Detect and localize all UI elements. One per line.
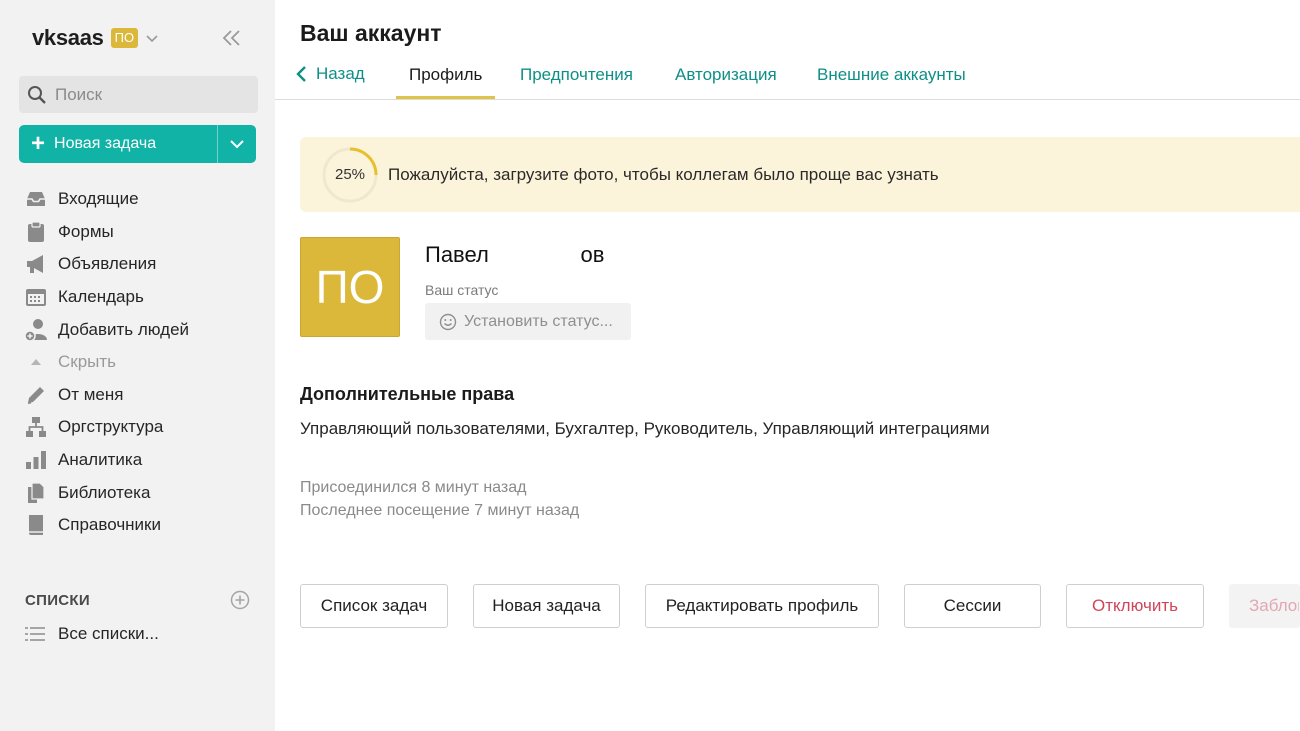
megaphone-icon — [24, 252, 48, 276]
collapse-sidebar-icon[interactable] — [221, 29, 243, 47]
inbox-icon — [24, 187, 48, 211]
bar-chart-icon — [24, 448, 48, 472]
new-task-dropdown[interactable] — [217, 125, 256, 163]
last-seen-text: Последнее посещение 7 минут назад — [300, 502, 580, 519]
chevron-down-icon — [230, 140, 244, 149]
back-link[interactable]: Назад — [295, 64, 365, 84]
sidebar-item-org-structure[interactable]: Оргструктура — [24, 411, 264, 444]
sidebar-item-inbox[interactable]: Входящие — [24, 183, 264, 216]
list-icon — [25, 627, 45, 641]
lists-title: СПИСКИ — [25, 591, 90, 609]
sidebar-item-label: От меня — [58, 384, 124, 404]
pencil-icon — [24, 383, 48, 407]
smile-icon — [439, 313, 457, 330]
avatar[interactable]: ПО — [300, 237, 400, 337]
sidebar-nav: Входящие Формы Объявления Календарь Доба… — [24, 183, 264, 542]
edit-profile-button[interactable]: Редактировать профиль — [645, 584, 879, 628]
sidebar-item-from-me[interactable]: От меня — [24, 379, 264, 412]
sidebar-item-label: Справочники — [58, 515, 161, 535]
sidebar-item-label: Добавить людей — [58, 319, 190, 339]
tab-preferences[interactable]: Предпочтения — [520, 65, 633, 85]
sidebar-item-label: Формы — [58, 221, 114, 241]
sidebar-item-label: Объявления — [58, 254, 157, 274]
sidebar-item-label: Оргструктура — [58, 417, 164, 437]
profile-completion-banner: 25% Пожалуйста, загрузите фото, чтобы ко… — [300, 137, 1300, 212]
sidebar-item-add-people[interactable]: Добавить людей — [24, 313, 264, 346]
banner-message: Пожалуйста, загрузите фото, чтобы коллег… — [388, 164, 939, 184]
sidebar-item-label: Входящие — [58, 189, 139, 209]
rights-list: Управляющий пользователями, Бухгалтер, Р… — [300, 419, 990, 438]
set-status-label: Установить статус... — [464, 312, 613, 330]
sidebar-item-analytics[interactable]: Аналитика — [24, 444, 264, 477]
new-task-split-button: + Новая задача — [19, 125, 256, 163]
sidebar-item-forms[interactable]: Формы — [24, 216, 264, 249]
new-task-action-button[interactable]: Новая задача — [473, 584, 620, 628]
rights-title: Дополнительные права — [300, 384, 515, 404]
sidebar: vksaas ПО + Новая задача Входящие Формы … — [0, 0, 275, 731]
page-title: Ваш аккаунт — [300, 20, 442, 46]
files-icon — [24, 481, 48, 505]
sidebar-item-label: Скрыть — [58, 352, 117, 372]
block-button[interactable]: Заблокировать — [1229, 584, 1300, 628]
new-task-label: Новая задача — [54, 135, 157, 152]
disable-button[interactable]: Отключить — [1066, 584, 1204, 628]
sessions-button[interactable]: Сессии — [904, 584, 1041, 628]
main-content: Ваш аккаунт Назад Профиль Предпочтения А… — [275, 0, 1300, 731]
workspace-badge: ПО — [110, 28, 139, 48]
active-tab-indicator — [396, 96, 495, 99]
sidebar-item-label: Аналитика — [58, 450, 143, 470]
new-task-button[interactable]: + Новая задача — [19, 125, 217, 163]
book-icon — [24, 513, 48, 537]
sidebar-item-library[interactable]: Библиотека — [24, 476, 264, 509]
account-tabs: Назад Профиль Предпочтения Авторизация В… — [275, 56, 1300, 100]
tab-profile[interactable]: Профиль — [409, 65, 482, 85]
tab-external-accounts[interactable]: Внешние аккаунты — [817, 65, 966, 85]
joined-text: Присоединился 8 минут назад — [300, 479, 527, 496]
progress-ring: 25% — [321, 146, 379, 204]
sidebar-item-hide[interactable]: Скрыть — [24, 346, 264, 379]
sidebar-item-label: Календарь — [58, 287, 144, 307]
sidebar-item-label: Библиотека — [58, 482, 151, 502]
all-lists-label: Все списки... — [58, 624, 159, 643]
plus-icon: + — [31, 130, 46, 157]
sidebar-item-announcements[interactable]: Объявления — [24, 248, 264, 281]
user-name: Павел ов — [425, 242, 605, 267]
calendar-icon — [24, 285, 48, 309]
add-user-icon — [24, 318, 48, 342]
workspace-switcher[interactable]: vksaas ПО — [32, 25, 160, 51]
add-list-icon[interactable] — [230, 590, 250, 610]
chevron-left-icon — [296, 66, 306, 82]
tab-authorization[interactable]: Авторизация — [675, 65, 777, 85]
search-box[interactable] — [19, 76, 258, 113]
workspace-name: vksaas — [32, 25, 104, 50]
status-label: Ваш статус — [425, 282, 499, 298]
chevron-down-icon — [146, 35, 158, 43]
progress-percent: 25% — [334, 166, 366, 183]
lists-header: СПИСКИ — [25, 590, 250, 610]
org-chart-icon — [24, 415, 48, 439]
search-input[interactable] — [55, 84, 245, 105]
set-status-button[interactable]: Установить статус... — [425, 303, 631, 340]
clipboard-icon — [24, 220, 48, 244]
search-icon — [28, 85, 46, 104]
all-lists-link[interactable]: Все списки... — [25, 624, 159, 644]
sidebar-item-calendar[interactable]: Календарь — [24, 281, 264, 314]
back-label: Назад — [316, 64, 365, 83]
triangle-up-icon — [24, 350, 48, 374]
task-list-button[interactable]: Список задач — [300, 584, 448, 628]
sidebar-item-directories[interactable]: Справочники — [24, 509, 264, 542]
